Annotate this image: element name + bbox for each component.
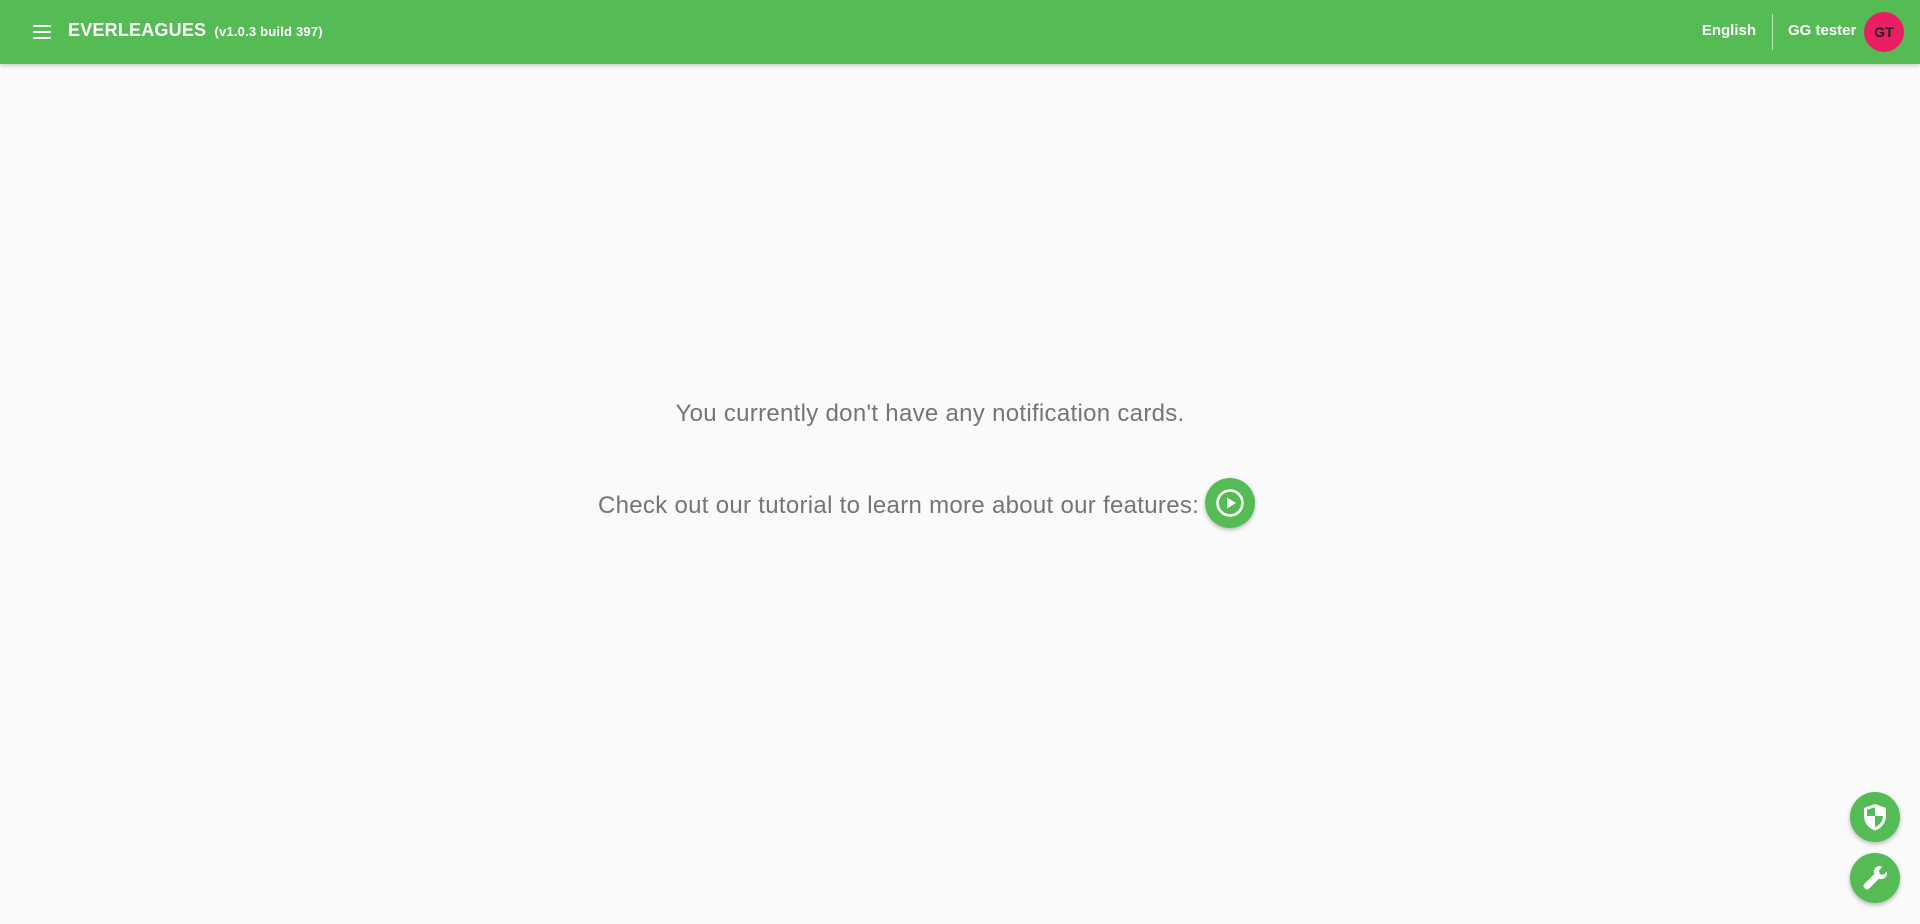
tutorial-prompt: Check out our tutorial to learn more abo… bbox=[598, 492, 1200, 519]
shield-icon bbox=[1864, 804, 1886, 831]
tools-fab-button[interactable] bbox=[1850, 853, 1900, 903]
wrench-icon bbox=[1863, 866, 1887, 890]
avatar-initials: GT bbox=[1874, 24, 1894, 40]
language-selector[interactable]: English bbox=[1702, 22, 1756, 39]
user-avatar[interactable]: GT bbox=[1864, 12, 1904, 52]
user-name[interactable]: GG tester bbox=[1788, 22, 1856, 39]
app-title: EVERLEAGUES (v1.0.3 build 397) bbox=[68, 20, 323, 41]
top-app-bar: EVERLEAGUES (v1.0.3 build 397) English G… bbox=[0, 0, 1920, 64]
tutorial-play-button[interactable] bbox=[1205, 478, 1256, 528]
play-circle-icon bbox=[1216, 489, 1244, 517]
app-version: (v1.0.3 build 397) bbox=[214, 24, 323, 39]
header-divider bbox=[1772, 14, 1773, 50]
security-fab-button[interactable] bbox=[1850, 792, 1900, 842]
tutorial-row: Check out our tutorial to learn more abo… bbox=[598, 478, 1256, 528]
menu-icon[interactable] bbox=[30, 20, 54, 44]
app-name: EVERLEAGUES bbox=[68, 20, 207, 40]
empty-notifications-message: You currently don't have any notificatio… bbox=[675, 400, 1185, 427]
